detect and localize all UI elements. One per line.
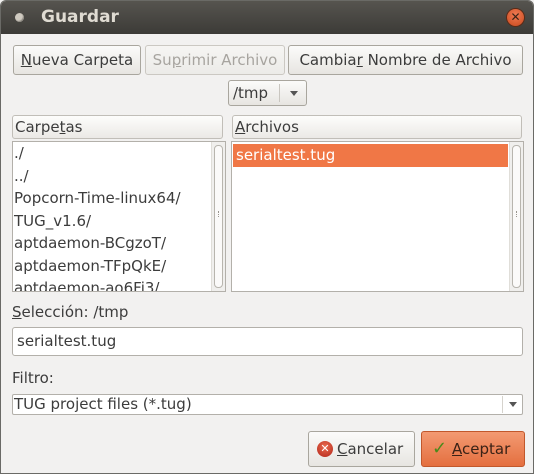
cancel-button[interactable]: ✕ Cancelar	[308, 431, 415, 467]
cancel-label-text: ancelar	[347, 440, 404, 458]
accept-button[interactable]: ✓ Aceptar	[421, 431, 525, 467]
list-item[interactable]: ../	[14, 165, 211, 188]
filter-value: TUG project files (*.tug)	[14, 395, 192, 413]
title-bar[interactable]: Guardar ✕	[1, 1, 533, 34]
list-item[interactable]: aptdaemon-ao6Fi3/	[14, 277, 211, 291]
grip-icon	[218, 211, 222, 217]
files-header-label: rchivos	[245, 118, 299, 136]
path-value: /tmp	[233, 84, 269, 102]
folders-items: ./ ../ Popcorn-Time-linux64/ TUG_v1.6/ a…	[14, 142, 211, 291]
rename-file-label-pre: Cambia	[299, 51, 357, 69]
window-title: Guardar	[41, 7, 119, 27]
files-column-header[interactable]: Archivos	[232, 115, 522, 139]
save-dialog: Guardar ✕ Nueva Carpeta Suprimir Archivo…	[0, 0, 534, 474]
accept-label-text: ceptar	[462, 440, 511, 458]
list-item[interactable]: ./	[14, 142, 211, 165]
files-scrollbar-thumb[interactable]	[512, 145, 521, 288]
list-item[interactable]: aptdaemon-BCgzoT/	[14, 232, 211, 255]
files-scrollbar[interactable]	[509, 142, 523, 291]
list-item[interactable]: TUG_v1.6/	[14, 210, 211, 233]
new-folder-label-mnemonic: N	[20, 51, 32, 69]
close-icon[interactable]: ✕	[507, 9, 524, 26]
filter-combo[interactable]: TUG project files (*.tug)	[12, 394, 523, 415]
rename-file-label: Nombre de Archivo	[362, 51, 512, 69]
list-item[interactable]: serialtest.tug	[233, 144, 508, 167]
new-folder-button[interactable]: Nueva Carpeta	[13, 45, 141, 75]
files-items: serialtest.tug	[233, 144, 508, 167]
accept-label: Aceptar	[452, 432, 510, 466]
list-item[interactable]: Popcorn-Time-linux64/	[14, 187, 211, 210]
files-header-mnemonic: A	[235, 118, 246, 136]
files-list[interactable]: serialtest.tug	[231, 141, 524, 292]
folders-list[interactable]: ./ ../ Popcorn-Time-linux64/ TUG_v1.6/ a…	[12, 141, 226, 292]
path-combo[interactable]: /tmp	[228, 80, 307, 106]
new-folder-label: ueva Carpeta	[32, 51, 134, 69]
folders-scrollbar-thumb[interactable]	[214, 145, 223, 288]
folders-header-pre: Carpe	[15, 118, 60, 136]
list-item[interactable]: aptdaemon-TFpQkE/	[14, 255, 211, 278]
cancel-label: Cancelar	[337, 432, 403, 466]
filename-input[interactable]: serialtest.tug	[12, 327, 523, 356]
window-menu-icon[interactable]	[15, 13, 24, 22]
accept-label-mnemonic: A	[452, 440, 462, 458]
folders-header-label: as	[65, 118, 83, 136]
grip-icon	[516, 211, 520, 217]
selection-label: Selección: /tmp	[12, 303, 128, 321]
filename-value: serialtest.tug	[17, 332, 117, 350]
path-divider	[279, 84, 280, 102]
selection-label-mnemonic: S	[12, 303, 22, 321]
folders-scrollbar[interactable]	[211, 142, 225, 291]
check-icon: ✓	[432, 438, 448, 459]
rename-file-button[interactable]: Cambiar Nombre de Archivo	[288, 45, 523, 75]
cancel-icon: ✕	[317, 441, 333, 457]
filter-label: Filtro:	[12, 369, 54, 387]
chevron-down-icon	[290, 91, 298, 96]
chevron-down-icon	[509, 402, 517, 407]
filter-divider	[502, 396, 503, 413]
delete-file-label: rimir Archivo	[181, 51, 278, 69]
selection-label-text: elección: /tmp	[21, 303, 129, 321]
cancel-label-mnemonic: C	[337, 440, 348, 458]
delete-file-button[interactable]: Suprimir Archivo	[145, 45, 285, 75]
delete-file-label-mnemonic: p	[171, 51, 182, 69]
delete-file-label-pre: Su	[152, 51, 172, 69]
folders-column-header[interactable]: Carpetas	[12, 115, 223, 139]
